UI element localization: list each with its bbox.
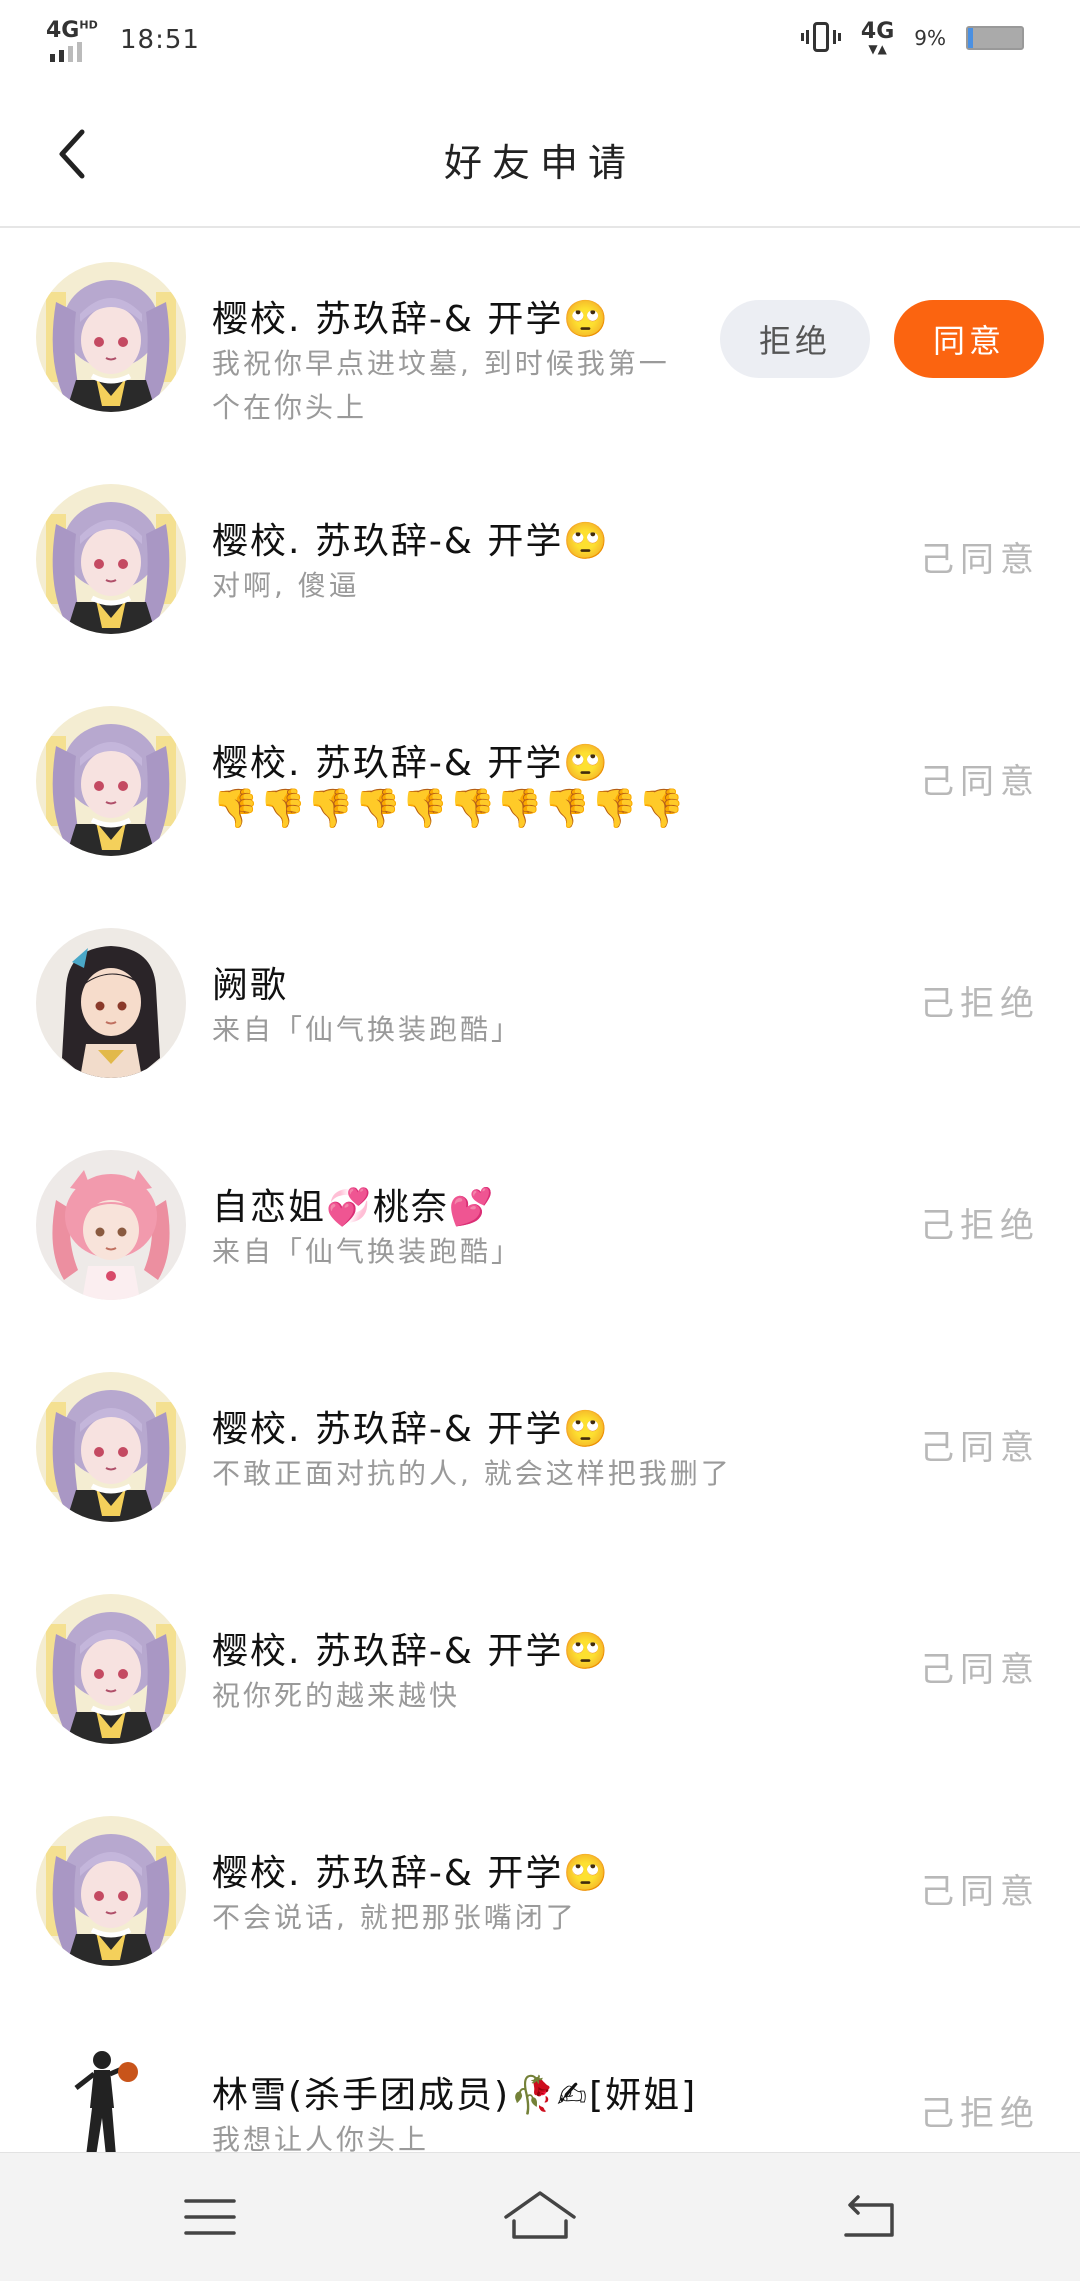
requester-name: 阙歌 [212, 965, 289, 1006]
return-icon [844, 2195, 894, 2237]
menu-button[interactable] [170, 2187, 250, 2247]
status-left: 4GHD 18:51 [46, 18, 200, 62]
requester-name: 樱校. 苏玖辞-& 开学🙄 [212, 743, 611, 784]
vibrate-icon [800, 20, 841, 56]
system-nav-bar [0, 2152, 1080, 2281]
avatar[interactable] [36, 2038, 186, 2152]
friend-request-list[interactable]: 樱校. 苏玖辞-& 开学🙄 我祝你早点进坟墓, 到时候我第一个在你头上 拒绝 同… [0, 228, 1080, 2152]
reject-button[interactable]: 拒绝 [720, 300, 870, 378]
menu-icon [184, 2199, 236, 2235]
request-row[interactable]: 樱校. 苏玖辞-& 开学🙄 不敢正面对抗的人, 就会这样把我删了 己同意 [0, 1338, 1080, 1560]
request-message: 来自「仙气换装跑酷」 [212, 1235, 523, 1268]
clock: 18:51 [120, 25, 200, 55]
status-label: 己同意 [920, 762, 1040, 802]
status-label: 己同意 [920, 1428, 1040, 1468]
status-label: 己同意 [920, 1872, 1040, 1912]
status-label: 己同意 [920, 540, 1040, 580]
request-row[interactable]: 自恋姐💞桃奈💕 来自「仙气换装跑酷」 己拒绝 [0, 1116, 1080, 1338]
status-label: 己拒绝 [920, 2094, 1040, 2134]
status-right: 4G ▼▲ 9% [800, 19, 1024, 56]
home-button[interactable] [500, 2187, 580, 2247]
page-title: 好友申请 [443, 141, 636, 185]
avatar[interactable] [36, 928, 186, 1078]
mobile-data-icon: 4G ▼▲ [860, 19, 895, 56]
requester-name: 樱校. 苏玖辞-& 开学🙄 [212, 1853, 611, 1894]
status-label: 己拒绝 [920, 984, 1040, 1024]
status-label: 己同意 [920, 1650, 1040, 1690]
request-row[interactable]: 樱校. 苏玖辞-& 开学🙄 我祝你早点进坟墓, 到时候我第一个在你头上 拒绝 同… [0, 228, 1080, 450]
request-message: 不敢正面对抗的人, 就会这样把我删了 [212, 1457, 732, 1490]
requester-name: 自恋姐💞桃奈💕 [212, 1187, 496, 1228]
request-message: 我祝你早点进坟墓, 到时候我第一个在你头上 [212, 347, 670, 424]
status-label: 己拒绝 [920, 1206, 1040, 1246]
request-message: 对啊, 傻逼 [212, 569, 360, 602]
requester-name: 樱校. 苏玖辞-& 开学🙄 [212, 1631, 611, 1672]
requester-name: 林雪(杀手团成员)🥀✍[妍姐] [212, 2075, 698, 2116]
avatar[interactable] [36, 1150, 186, 1300]
back-nav-button[interactable] [830, 2187, 910, 2247]
requester-name: 樱校. 苏玖辞-& 开学🙄 [212, 521, 611, 562]
accept-button[interactable]: 同意 [894, 300, 1044, 378]
request-row[interactable]: 阙歌 来自「仙气换装跑酷」 己拒绝 [0, 894, 1080, 1116]
battery-percent: 9% [914, 26, 946, 50]
battery-icon [966, 26, 1024, 50]
request-row[interactable]: 樱校. 苏玖辞-& 开学🙄 对啊, 傻逼 己同意 [0, 450, 1080, 672]
request-message: 祝你死的越来越快 [212, 1679, 461, 1712]
avatar[interactable] [36, 1372, 186, 1522]
request-message: 我想让人你头上 [212, 2123, 430, 2152]
requester-name: 樱校. 苏玖辞-& 开学🙄 [212, 1409, 611, 1450]
request-message: 不会说话, 就把那张嘴闭了 [212, 1901, 577, 1934]
requester-name: 樱校. 苏玖辞-& 开学🙄 [212, 299, 611, 340]
request-message: 来自「仙气换装跑酷」 [212, 1013, 523, 1046]
cellular-signal-icon: 4GHD [46, 18, 102, 62]
avatar[interactable] [36, 262, 186, 412]
avatar[interactable] [36, 1594, 186, 1744]
request-row[interactable]: 林雪(杀手团成员)🥀✍[妍姐] 我想让人你头上 己拒绝 [0, 2004, 1080, 2152]
avatar[interactable] [36, 484, 186, 634]
app-header: 好友申请 [0, 80, 1080, 228]
status-bar: 4GHD 18:51 4G ▼▲ 9% [0, 0, 1080, 80]
avatar[interactable] [36, 1816, 186, 1966]
request-message: 👎👎👎👎👎👎👎👎👎👎 [212, 786, 686, 830]
home-icon [504, 2191, 576, 2239]
request-row[interactable]: 樱校. 苏玖辞-& 开学🙄 👎👎👎👎👎👎👎👎👎👎 己同意 [0, 672, 1080, 894]
request-row[interactable]: 樱校. 苏玖辞-& 开学🙄 不会说话, 就把那张嘴闭了 己同意 [0, 1782, 1080, 2004]
avatar[interactable] [36, 706, 186, 856]
request-row[interactable]: 樱校. 苏玖辞-& 开学🙄 祝你死的越来越快 己同意 [0, 1560, 1080, 1782]
